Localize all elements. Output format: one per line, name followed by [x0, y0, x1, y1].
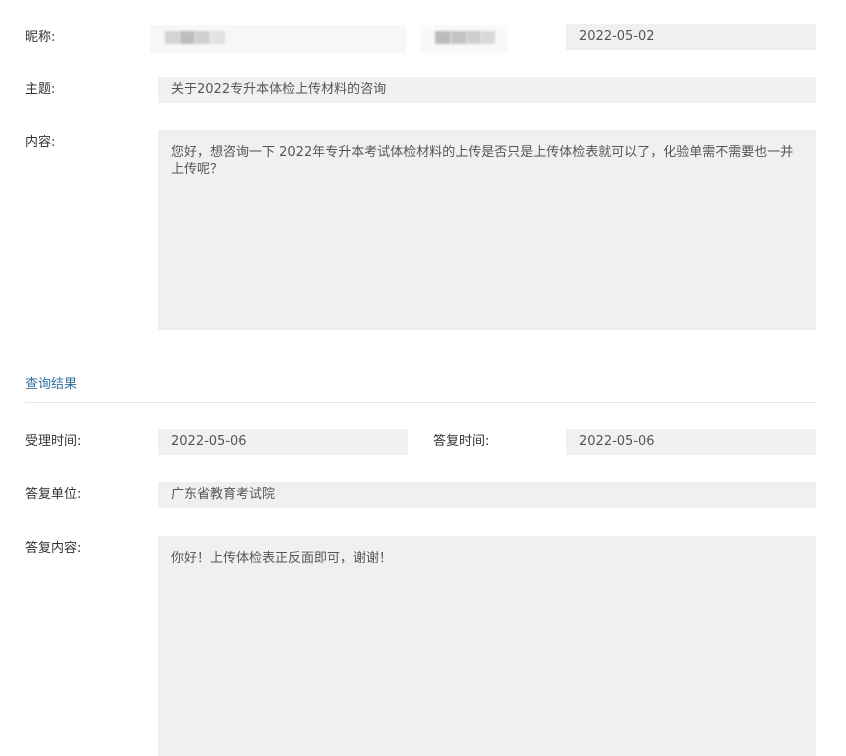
subject-field: 关于2022专升本体检上传材料的咨询 [158, 77, 816, 103]
accept-time-label: 受理时间: [25, 434, 82, 449]
reply-time-label: 答复时间: [433, 434, 490, 449]
question-date-field: 2022-05-02 [566, 24, 816, 50]
content-label: 内容: [25, 135, 56, 150]
accept-time-field: 2022-05-06 [158, 429, 408, 455]
content-field: 您好，想咨询一下 2022年专升本考试体检材料的上传是否只是上传体检表就可以了，… [158, 130, 816, 330]
redacted-block [435, 31, 451, 44]
reply-content-field: 你好！上传体检表正反面即可，谢谢！ [158, 536, 816, 756]
nickname-field-redacted [150, 25, 406, 53]
redacted-block [195, 31, 210, 44]
section-divider [25, 402, 816, 403]
contact-field-redacted [420, 25, 508, 53]
result-section-title: 查询结果 [25, 377, 78, 392]
reply-time-field: 2022-05-06 [566, 429, 816, 455]
reply-unit-field: 广东省教育考试院 [158, 482, 816, 508]
redacted-block [451, 31, 467, 44]
redacted-block [481, 31, 495, 44]
nickname-label: 昵称: [25, 30, 56, 45]
redacted-block [165, 31, 180, 44]
redacted-block [210, 31, 225, 44]
redacted-block [180, 31, 195, 44]
redacted-block [467, 31, 481, 44]
reply-unit-label: 答复单位: [25, 487, 82, 502]
subject-label: 主题: [25, 82, 56, 97]
reply-content-label: 答复内容: [25, 541, 82, 556]
